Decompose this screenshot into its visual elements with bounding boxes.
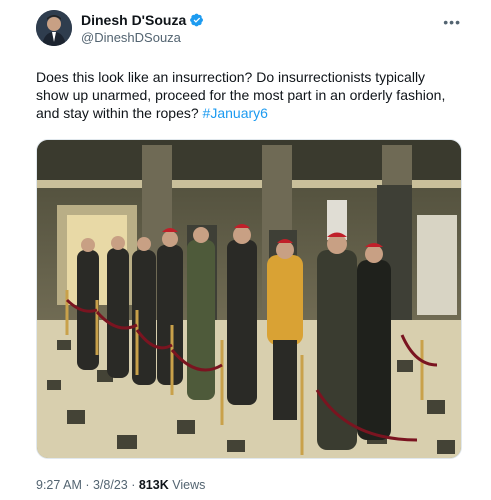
profile-photo: [36, 10, 72, 46]
views-label: Views: [168, 478, 206, 492]
tweet-text: Does this look like an insurrection? Do …: [36, 68, 456, 122]
hashtag-link[interactable]: #January6: [203, 105, 268, 121]
meta-separator-2: ·: [127, 478, 139, 492]
photo-capitol-rotunda: [37, 140, 461, 458]
tweet-date[interactable]: 3/8/23: [93, 478, 128, 492]
tweet-image[interactable]: [36, 139, 462, 459]
display-name[interactable]: Dinesh D'Souza: [81, 12, 186, 28]
tweet-time[interactable]: 9:27 AM: [36, 478, 82, 492]
author-handle[interactable]: @DineshDSouza: [81, 30, 204, 45]
views-count: 813K: [138, 478, 169, 492]
tweet-meta: 9:27 AM · 3/8/23 · 813K Views: [36, 478, 205, 492]
author-info: Dinesh D'Souza @DineshDSouza: [81, 12, 204, 45]
meta-separator: ·: [81, 478, 93, 492]
verified-badge-icon: [190, 13, 204, 27]
avatar[interactable]: [36, 10, 72, 46]
more-options-icon[interactable]: •••: [443, 14, 461, 30]
